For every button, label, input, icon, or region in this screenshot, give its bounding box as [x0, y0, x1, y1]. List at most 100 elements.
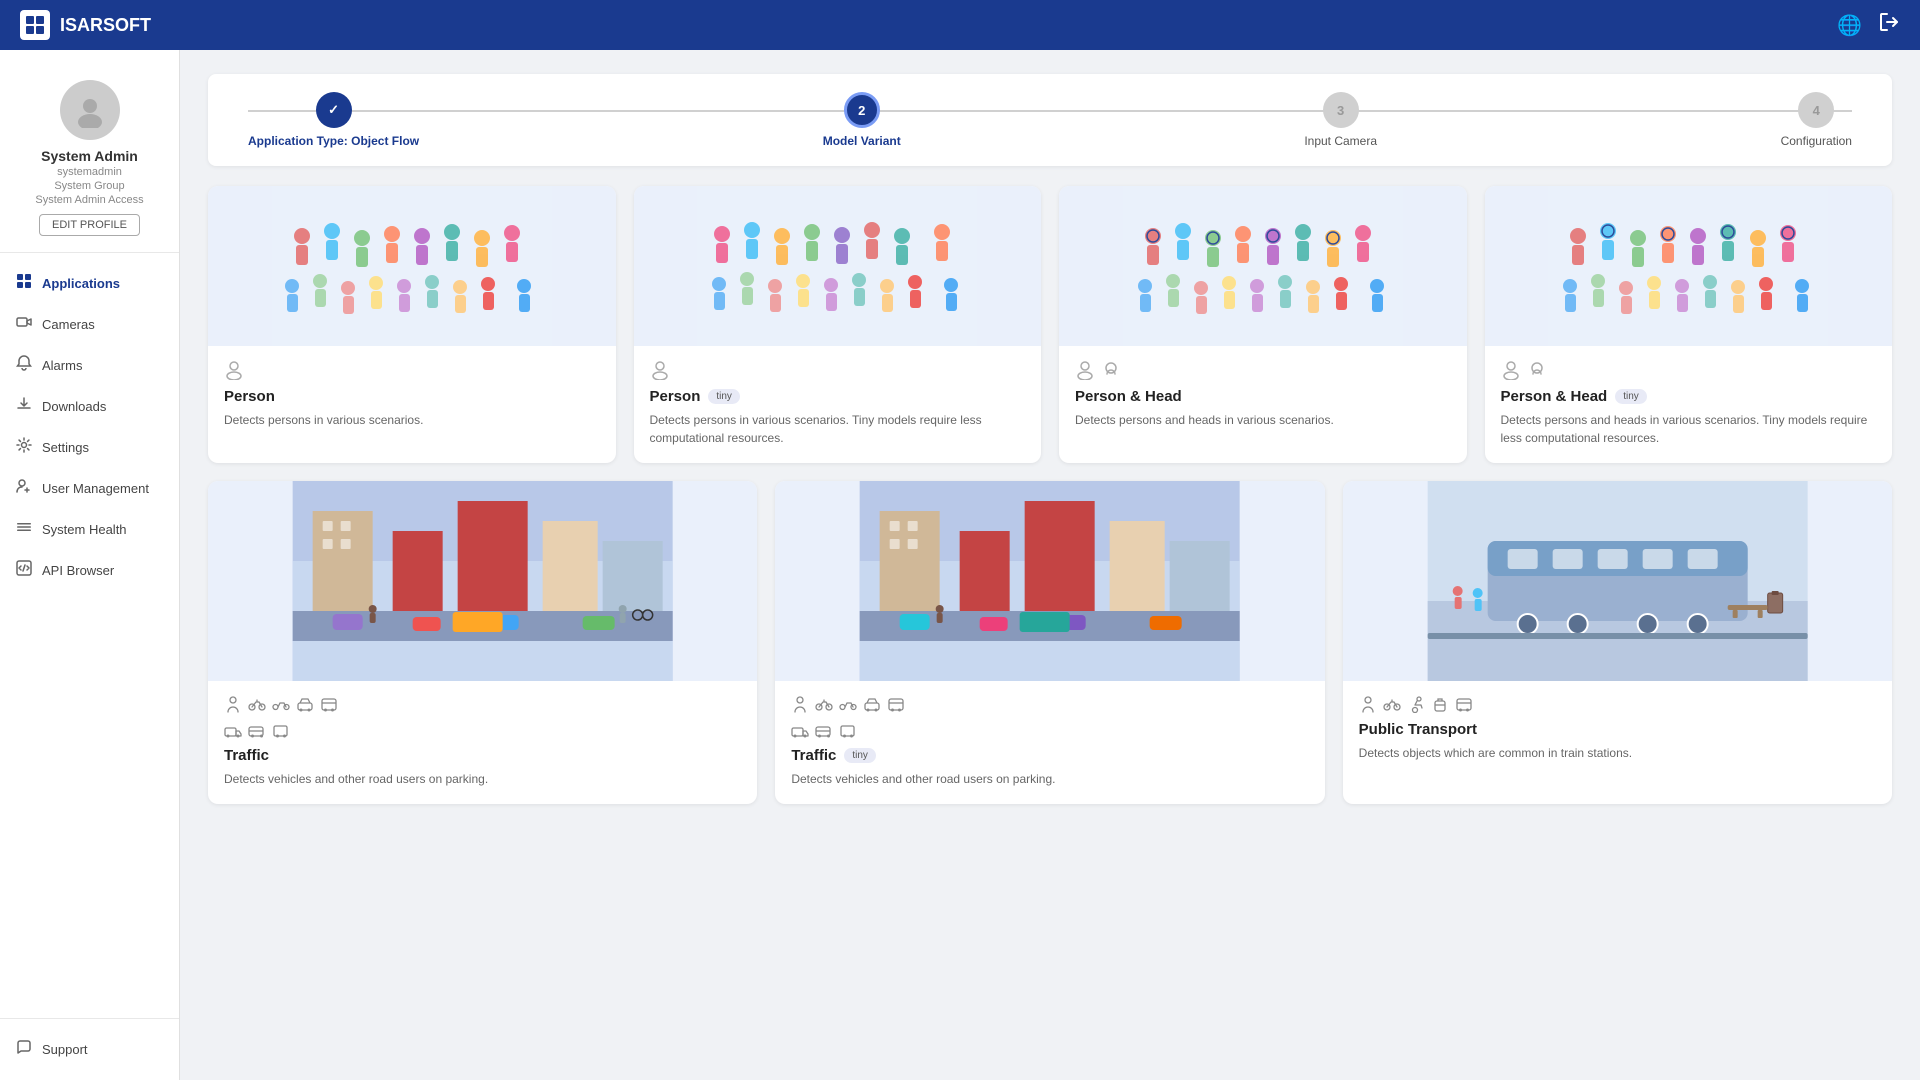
card-person-tiny-icons [650, 360, 1026, 380]
sidebar-label-system-health: System Health [42, 522, 127, 537]
applications-icon [16, 273, 32, 294]
logout-icon[interactable] [1878, 11, 1900, 39]
sidebar-label-settings: Settings [42, 440, 89, 455]
card-person-tiny-body: Person tiny Detects persons in various s… [634, 346, 1042, 463]
step-label-4: Configuration [1781, 134, 1852, 148]
card-person-head-tiny-icons [1501, 360, 1877, 380]
sidebar-label-alarms: Alarms [42, 358, 82, 373]
card-person-head-icons [1075, 360, 1451, 380]
avatar [60, 80, 120, 140]
card-person[interactable]: Person Detects persons in various scenar… [208, 186, 616, 463]
edit-profile-button[interactable]: EDIT PROFILE [39, 214, 140, 236]
cameras-icon [16, 314, 32, 335]
step-1: ✓ Application Type: Object Flow [248, 92, 419, 148]
card-traffic-image [208, 481, 757, 681]
card-public-transport-title: Public Transport [1359, 721, 1477, 738]
card-traffic-title: Traffic [224, 747, 269, 764]
sidebar-item-downloads[interactable]: Downloads [0, 386, 179, 427]
card-traffic-tiny-body: Traffic tiny Detects vehicles and other … [775, 681, 1324, 804]
card-traffic-tiny-icons [791, 695, 1308, 713]
card-person-head-image [1059, 186, 1467, 346]
card-person-title: Person [224, 388, 275, 405]
person-head-tiny-badge: tiny [1615, 389, 1647, 404]
settings-icon [16, 437, 32, 458]
card-person-tiny-desc: Detects persons in various scenarios. Ti… [650, 411, 1026, 447]
sidebar-item-support[interactable]: Support [0, 1029, 179, 1070]
model-cards-top: Person Detects persons in various scenar… [208, 186, 1892, 463]
sidebar-label-applications: Applications [42, 276, 120, 291]
traffic-tiny-badge: tiny [844, 748, 876, 763]
card-person-body: Person Detects persons in various scenar… [208, 346, 616, 445]
profile-section: System Admin systemadmin System Group Sy… [0, 60, 179, 253]
card-person-title-row: Person [224, 388, 600, 405]
card-person-head-tiny-title-row: Person & Head tiny [1501, 388, 1877, 405]
sidebar-label-user-management: User Management [42, 481, 149, 496]
card-person-head-body: Person & Head Detects persons and heads … [1059, 346, 1467, 445]
card-traffic-tiny-image [775, 481, 1324, 681]
card-traffic-tiny[interactable]: Traffic tiny Detects vehicles and other … [775, 481, 1324, 804]
step-circle-2: 2 [844, 92, 880, 128]
card-traffic-icons [224, 695, 741, 713]
card-public-transport-image [1343, 481, 1892, 681]
card-person-tiny-title-row: Person tiny [650, 388, 1026, 405]
profile-access: System Admin Access [35, 194, 143, 206]
card-person-head-desc: Detects persons and heads in various sce… [1075, 411, 1451, 429]
system-health-icon [16, 519, 32, 540]
sidebar-item-applications[interactable]: Applications [0, 263, 179, 304]
card-public-transport-desc: Detects objects which are common in trai… [1359, 744, 1876, 762]
card-person-head-tiny-desc: Detects persons and heads in various sce… [1501, 411, 1877, 447]
card-traffic-tiny-desc: Detects vehicles and other road users on… [791, 770, 1308, 788]
step-3: 3 Input Camera [1304, 92, 1377, 148]
card-person-tiny-title: Person [650, 388, 701, 405]
card-person-head-tiny[interactable]: Person & Head tiny Detects persons and h… [1485, 186, 1893, 463]
alarms-icon [16, 355, 32, 376]
card-traffic[interactable]: Traffic Detects vehicles and other road … [208, 481, 757, 804]
card-traffic-tiny-title: Traffic [791, 747, 836, 764]
step-circle-3: 3 [1323, 92, 1359, 128]
sidebar-item-cameras[interactable]: Cameras [0, 304, 179, 345]
card-traffic-tiny-title-row: Traffic tiny [791, 747, 1308, 764]
sidebar-label-api-browser: API Browser [42, 563, 114, 578]
step-2: 2 Model Variant [823, 92, 901, 148]
topbar-actions: 🌐 [1837, 11, 1900, 39]
sidebar-item-settings[interactable]: Settings [0, 427, 179, 468]
card-person-head-title-row: Person & Head [1075, 388, 1451, 405]
sidebar-item-user-management[interactable]: User Management [0, 468, 179, 509]
profile-group: System Group [54, 180, 124, 192]
step-label-3: Input Camera [1304, 134, 1377, 148]
brand-logo: ISARSOFT [20, 10, 151, 40]
brand-name: ISARSOFT [60, 15, 151, 36]
card-person-head-tiny-body: Person & Head tiny Detects persons and h… [1485, 346, 1893, 463]
card-person-tiny-image [634, 186, 1042, 346]
profile-name: System Admin [41, 148, 138, 164]
step-label-2: Model Variant [823, 134, 901, 148]
card-traffic-body: Traffic Detects vehicles and other road … [208, 681, 757, 804]
globe-icon[interactable]: 🌐 [1837, 13, 1862, 38]
sidebar-bottom: Support [0, 1018, 179, 1080]
step-circle-4: 4 [1798, 92, 1834, 128]
sidebar-item-alarms[interactable]: Alarms [0, 345, 179, 386]
sidebar-item-api-browser[interactable]: API Browser [0, 550, 179, 591]
main-layout: System Admin systemadmin System Group Sy… [0, 50, 1920, 1080]
card-person-head[interactable]: Person & Head Detects persons and heads … [1059, 186, 1467, 463]
api-browser-icon [16, 560, 32, 581]
step-4: 4 Configuration [1781, 92, 1852, 148]
card-person-head-tiny-title: Person & Head [1501, 388, 1608, 405]
person-tiny-badge: tiny [708, 389, 740, 404]
card-person-head-title: Person & Head [1075, 388, 1182, 405]
stepper: ✓ Application Type: Object Flow 2 Model … [208, 74, 1892, 166]
sidebar-label-downloads: Downloads [42, 399, 106, 414]
sidebar-nav: Applications Cameras Ala [0, 253, 179, 1018]
card-traffic-desc: Detects vehicles and other road users on… [224, 770, 741, 788]
card-traffic-title-row: Traffic [224, 747, 741, 764]
card-person-icons [224, 360, 600, 380]
model-cards-bottom: Traffic Detects vehicles and other road … [208, 481, 1892, 804]
card-public-transport-icons [1359, 695, 1876, 713]
downloads-icon [16, 396, 32, 417]
card-person-tiny[interactable]: Person tiny Detects persons in various s… [634, 186, 1042, 463]
card-public-transport[interactable]: Public Transport Detects objects which a… [1343, 481, 1892, 804]
sidebar: System Admin systemadmin System Group Sy… [0, 50, 180, 1080]
sidebar-item-system-health[interactable]: System Health [0, 509, 179, 550]
sidebar-label-support: Support [42, 1042, 88, 1057]
card-person-desc: Detects persons in various scenarios. [224, 411, 600, 429]
